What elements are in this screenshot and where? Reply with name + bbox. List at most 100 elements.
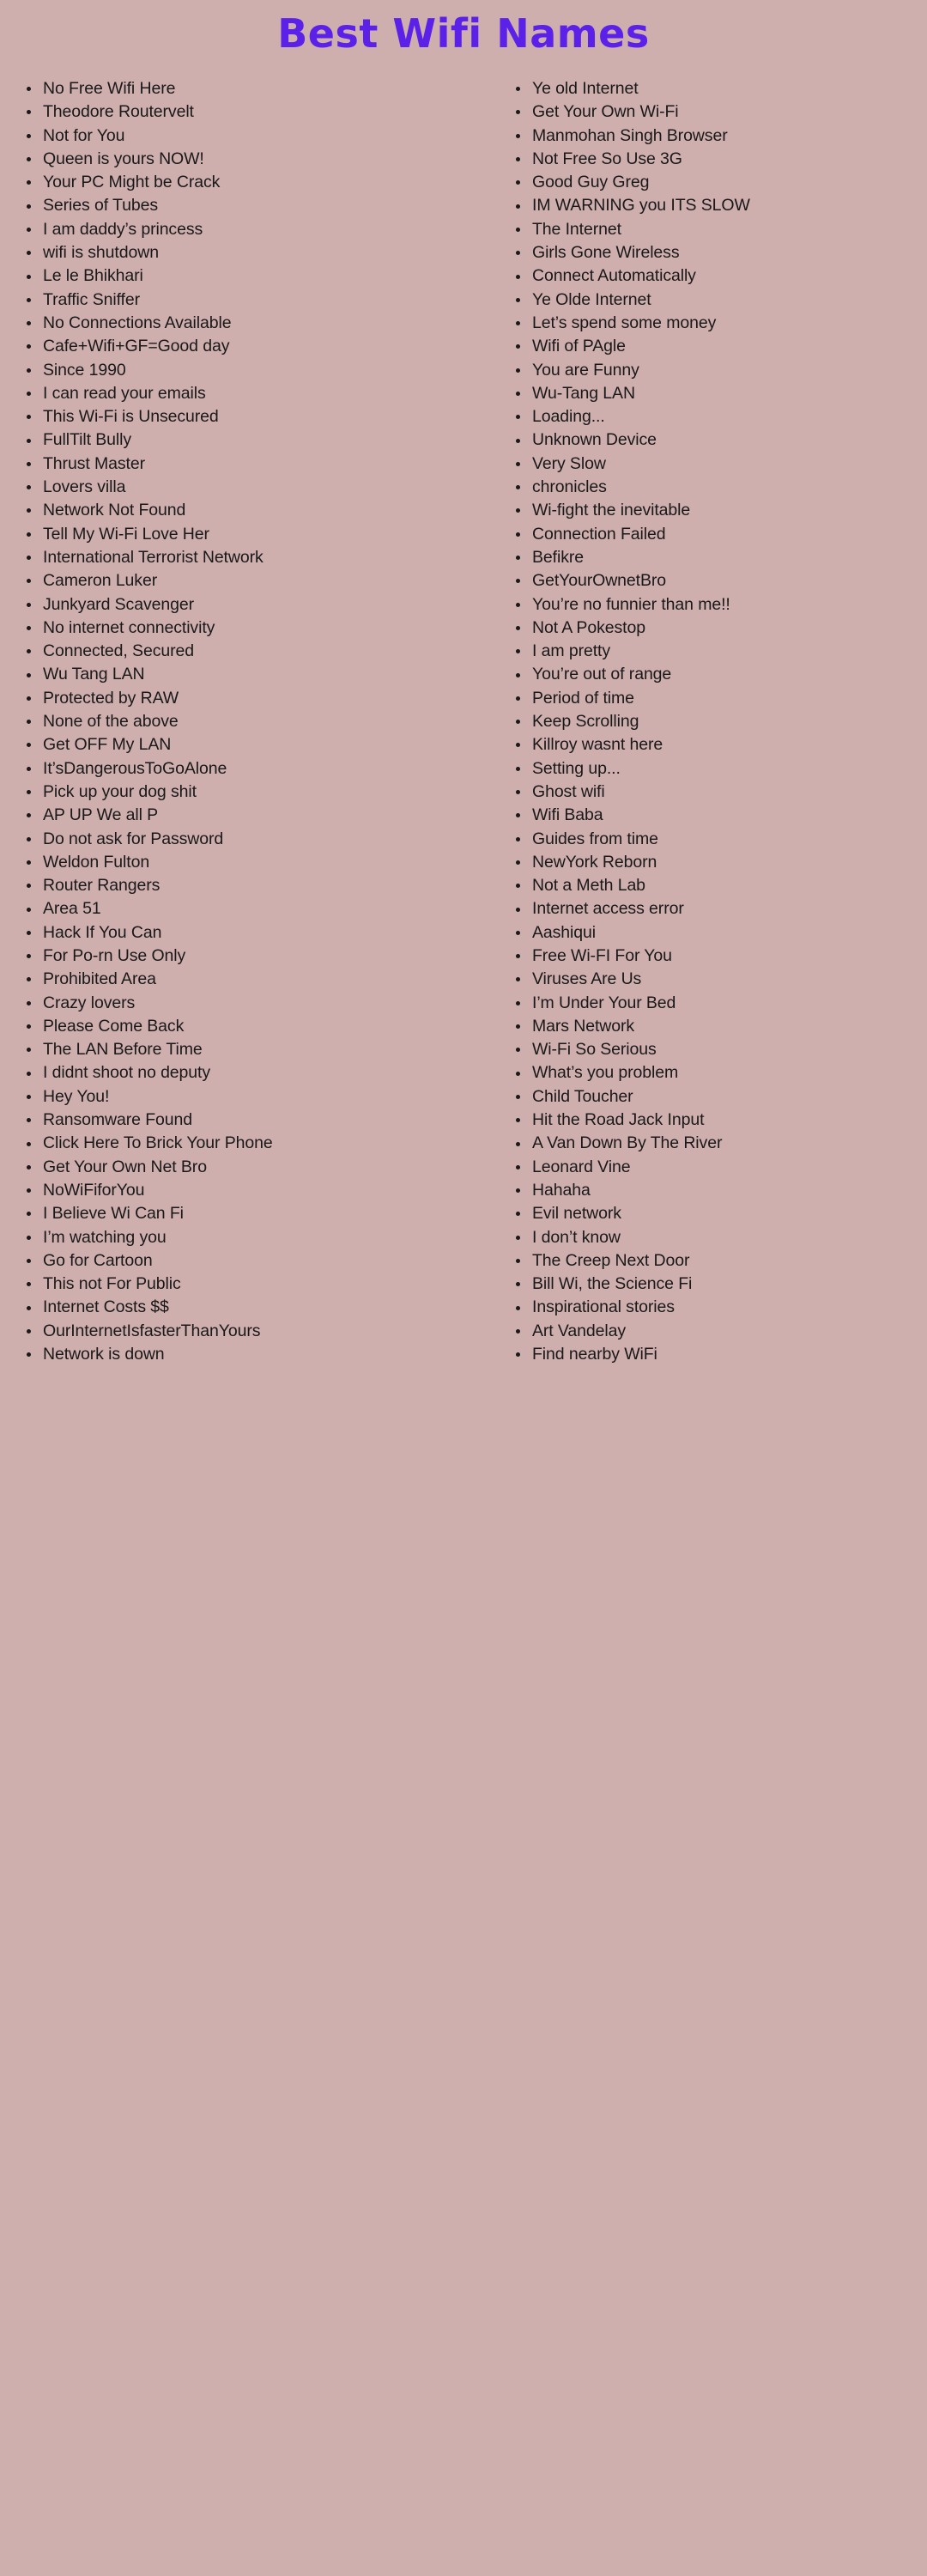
wifi-name-label: Lovers villa — [43, 477, 126, 497]
list-item: AP UP We all P — [22, 804, 498, 827]
bullet-icon — [516, 157, 520, 162]
bullet-icon — [27, 274, 31, 279]
list-item: Not Free So Use 3G — [512, 148, 927, 171]
bullet-icon — [516, 344, 520, 349]
bullet-icon — [27, 508, 31, 513]
wifi-name-label: No Free Wifi Here — [43, 79, 176, 98]
bullet-icon — [27, 1352, 31, 1358]
bullet-icon — [27, 461, 31, 466]
wifi-name-label: Ye old Internet — [532, 79, 639, 98]
wifi-name-label: The Creep Next Door — [532, 1250, 690, 1270]
list-item: It’sDangerousToGoAlone — [22, 757, 498, 781]
list-item: Hack If You Can — [22, 921, 498, 945]
wifi-name-label: Since 1990 — [43, 360, 126, 380]
bullet-icon — [516, 813, 520, 818]
list-item: Internet access error — [512, 897, 927, 920]
list-item: Cafe+Wifi+GF=Good day — [22, 335, 498, 358]
wifi-name-label: No Connections Available — [43, 313, 232, 332]
bullet-icon — [516, 649, 520, 654]
list-item: None of the above — [22, 710, 498, 733]
bullet-icon — [27, 1048, 31, 1053]
wifi-name-label: Let’s spend some money — [532, 313, 717, 332]
wifi-name-label: Cafe+Wifi+GF=Good day — [43, 337, 230, 356]
bullet-icon — [27, 790, 31, 795]
bullet-icon — [516, 1305, 520, 1310]
list-item: wifi is shutdown — [22, 241, 498, 264]
wifi-name-label: Internet Costs $$ — [43, 1297, 169, 1317]
list-item: I don’t know — [512, 1226, 927, 1249]
list-item: Evil network — [512, 1202, 927, 1225]
wifi-name-label: Not Free So Use 3G — [532, 149, 682, 168]
list-item: Hahaha — [512, 1179, 927, 1202]
list-item: Setting up... — [512, 757, 927, 781]
bullet-icon — [27, 743, 31, 748]
wifi-name-label: Wifi of PAgle — [532, 337, 626, 356]
list-item: Bill Wi, the Science Fi — [512, 1273, 927, 1296]
wifi-name-label: GetYourOwnetBro — [532, 571, 667, 591]
right-column: Ye old Internet Get Your Own Wi-Fi Manmoha… — [498, 77, 927, 1366]
wifi-name-label: Free Wi-FI For You — [532, 945, 672, 965]
wifi-name-label: You’re out of range — [532, 665, 672, 684]
wifi-name-label: Not a Meth Lab — [532, 876, 645, 896]
bullet-icon — [27, 602, 31, 607]
wifi-name-label: Befikre — [532, 547, 584, 567]
bullet-icon — [516, 180, 520, 185]
wifi-name-label: Period of time — [532, 688, 634, 708]
bullet-icon — [516, 532, 520, 537]
bullet-icon — [516, 1000, 520, 1005]
list-item: For Po-rn Use Only — [22, 945, 498, 968]
bullet-icon — [516, 133, 520, 138]
list-item: Let’s spend some money — [512, 312, 927, 335]
list-item: Girls Gone Wireless — [512, 241, 927, 264]
list-item: No internet connectivity — [22, 617, 498, 640]
bullet-icon — [27, 720, 31, 725]
list-item: Network Not Found — [22, 499, 498, 522]
list-item: Not for You — [22, 125, 498, 148]
bullet-icon — [27, 907, 31, 912]
wifi-name-label: Connected, Secured — [43, 641, 194, 661]
list-item: Wi-fight the inevitable — [512, 499, 927, 522]
list-item: Le le Bhikhari — [22, 264, 498, 288]
list-item: The LAN Before Time — [22, 1038, 498, 1061]
bullet-icon — [27, 87, 31, 92]
list-item: Lovers villa — [22, 476, 498, 499]
list-item: Series of Tubes — [22, 194, 498, 217]
wifi-name-label: Not A Pokestop — [532, 617, 645, 637]
bullet-icon — [27, 204, 31, 209]
bullet-icon — [516, 836, 520, 841]
list-item: Viruses Are Us — [512, 968, 927, 991]
bullet-icon — [516, 1352, 520, 1358]
list-item: No Free Wifi Here — [22, 77, 498, 100]
list-item: OurInternetIsfasterThanYours — [22, 1320, 498, 1343]
bullet-icon — [516, 1071, 520, 1076]
bullet-icon — [516, 485, 520, 490]
bullet-icon — [27, 1141, 31, 1146]
bullet-icon — [27, 368, 31, 373]
bullet-icon — [516, 438, 520, 443]
list-item: Find nearby WiFi — [512, 1343, 927, 1366]
bullet-icon — [516, 274, 520, 279]
bullet-icon — [27, 110, 31, 115]
bullet-icon — [516, 321, 520, 326]
list-item: Aashiqui — [512, 921, 927, 945]
wifi-name-label: Ransomware Found — [43, 1110, 192, 1130]
bullet-icon — [516, 392, 520, 396]
wifi-name-label: Wu-Tang LAN — [532, 383, 635, 403]
wifi-name-label: Cameron Luker — [43, 571, 158, 591]
bullet-icon — [516, 1118, 520, 1123]
bullet-icon — [27, 1328, 31, 1334]
list-item: Click Here To Brick Your Phone — [22, 1132, 498, 1155]
wifi-name-label: Crazy lovers — [43, 993, 136, 1012]
bullet-icon — [516, 1235, 520, 1240]
wifi-name-label: Pick up your dog shit — [43, 781, 197, 801]
bullet-icon — [27, 649, 31, 654]
list-item: I Believe Wi Can Fi — [22, 1202, 498, 1225]
wifi-name-label: Good Guy Greg — [532, 173, 650, 192]
bullet-icon — [27, 556, 31, 561]
wifi-name-label: I’m watching you — [43, 1227, 167, 1247]
list-item: Theodore Routervelt — [22, 100, 498, 124]
wifi-name-label: Click Here To Brick Your Phone — [43, 1133, 273, 1153]
list-item: NewYork Reborn — [512, 851, 927, 874]
wifi-name-label: Network Not Found — [43, 501, 186, 520]
list-item: Cameron Luker — [22, 569, 498, 592]
